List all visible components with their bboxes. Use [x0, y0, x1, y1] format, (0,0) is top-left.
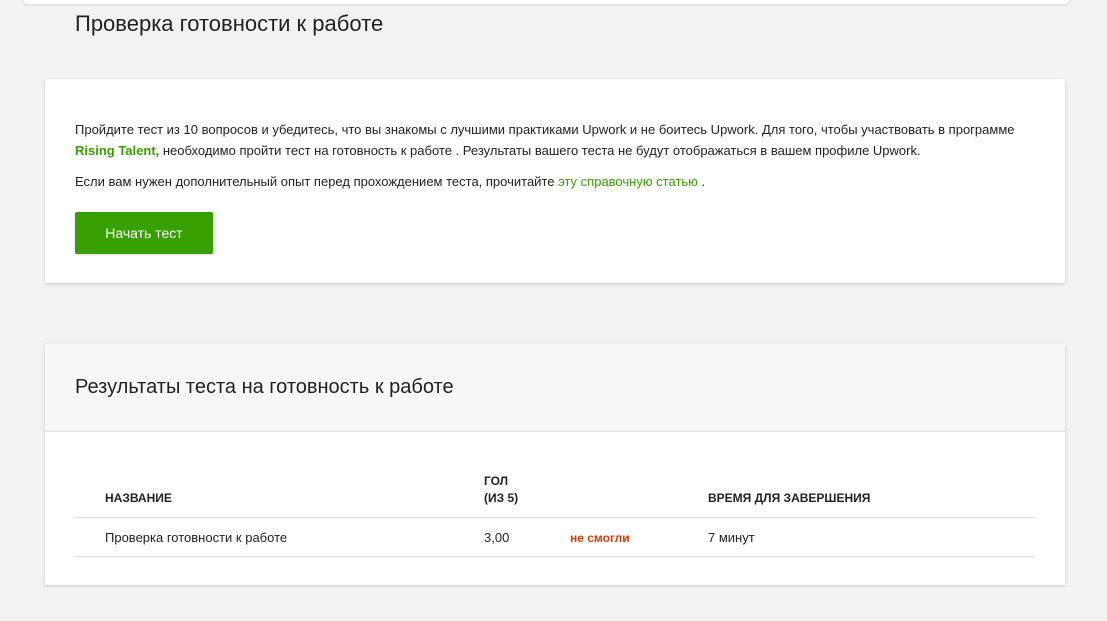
readiness-test-results-card: Результаты теста на готовность к работе …: [45, 344, 1065, 585]
top-card-edge: [22, 0, 1070, 4]
results-header: Результаты теста на готовность к работе: [45, 344, 1065, 432]
cell-completion-time: 7 минут: [708, 530, 755, 545]
help-text-part: Если вам нужен дополнительный опыт перед…: [75, 174, 559, 189]
results-title: Результаты теста на готовность к работе: [75, 376, 454, 398]
intro-text-part: Пройдите тест из 10 вопросов и убедитесь…: [75, 122, 1015, 137]
intro-paragraph: Пройдите тест из 10 вопросов и убедитесь…: [75, 119, 1050, 161]
help-text-part: .: [697, 174, 706, 189]
column-header-score-line1: ГОЛ: [484, 474, 509, 488]
cell-score: 3,00: [484, 530, 510, 545]
start-test-button[interactable]: Начать тест: [75, 212, 213, 254]
column-header-time: ВРЕМЯ ДЛЯ ЗАВЕРШЕНИЯ: [708, 491, 871, 505]
column-header-score-line2: (ИЗ 5): [484, 491, 519, 505]
page-title: Проверка готовности к работе: [75, 11, 384, 36]
column-header-name: НАЗВАНИЕ: [105, 491, 172, 505]
help-article-link[interactable]: эту справочную статью: [558, 174, 698, 189]
results-table: НАЗВАНИЕ ГОЛ (ИЗ 5) ВРЕМЯ ДЛЯ ЗАВЕРШЕНИЯ…: [75, 464, 1035, 557]
table-header-row: НАЗВАНИЕ ГОЛ (ИЗ 5) ВРЕМЯ ДЛЯ ЗАВЕРШЕНИЯ: [75, 464, 1035, 518]
readiness-test-intro-card: Пройдите тест из 10 вопросов и убедитесь…: [45, 79, 1065, 283]
help-paragraph: Если вам нужен дополнительный опыт перед…: [75, 171, 1050, 192]
rising-talent-link[interactable]: Rising Talent,: [75, 143, 159, 158]
table-row: Проверка готовности к работе 3,00 не смо…: [75, 518, 1035, 557]
column-header-score: ГОЛ (ИЗ 5): [484, 473, 518, 507]
status-badge: не смогли: [570, 531, 630, 545]
intro-text-part: необходимо пройти тест на готовность к р…: [159, 143, 921, 158]
cell-test-name: Проверка готовности к работе: [105, 530, 288, 545]
